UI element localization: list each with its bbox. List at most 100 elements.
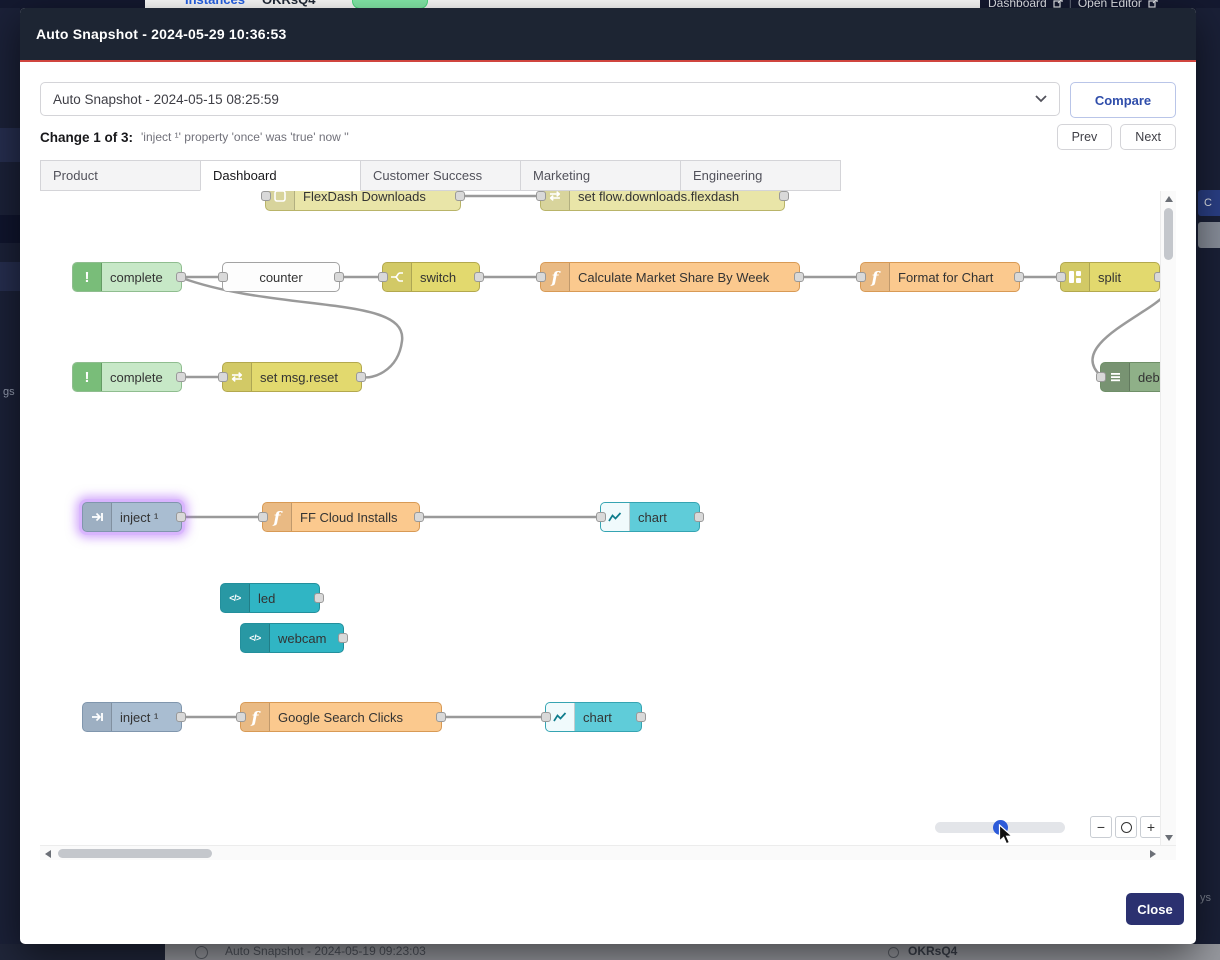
zoom-in-button[interactable]: + [1140,816,1160,838]
output-port [176,512,186,522]
node-label: Format for Chart [890,270,1003,285]
close-button[interactable]: Close [1126,893,1184,925]
compare-button[interactable]: Compare [1070,82,1176,118]
node-label: set msg.reset [252,370,348,385]
scroll-up-button[interactable] [1161,191,1176,206]
sidebar-item[interactable] [0,128,20,162]
zoom-reset-button[interactable] [1115,816,1137,838]
target-icon [888,947,899,958]
output-port [334,272,344,282]
output-port [356,372,366,382]
chart-icon [553,711,567,724]
complete-icon: ! [85,369,90,386]
snapshot-select-value: Auto Snapshot - 2024-05-15 08:25:59 [53,92,1035,107]
change-icon: ⇄ [232,369,243,385]
sidebar-item-active[interactable] [0,215,20,243]
top-divider: | [1069,0,1072,8]
bottom-project-label: OKRsQ4 [908,944,957,958]
modal-title: Auto Snapshot - 2024-05-29 10:36:53 [20,26,287,42]
output-port [694,512,704,522]
scrollbar-corner [1160,845,1176,860]
output-port [176,272,186,282]
scroll-left-button[interactable] [40,846,55,861]
scroll-down-button[interactable] [1161,830,1176,845]
node-label: chart [630,510,677,525]
breadcrumb-instances[interactable]: Instances [185,0,245,7]
input-port [856,272,866,282]
output-port [779,191,789,201]
background-sidebar: gs [0,8,20,944]
tab-product[interactable]: Product [40,160,201,191]
node-set-flexdash[interactable]: ⇄ set flow.downloads.flexdash [540,191,785,211]
node-google-search-clicks[interactable]: f Google Search Clicks [240,702,442,732]
input-port [536,191,546,201]
output-port [474,272,484,282]
node-label: led [250,591,285,606]
function-icon: f [252,708,259,727]
dashboard-link[interactable]: Dashboard [988,0,1047,8]
node-inject-selected[interactable]: inject ¹ [82,502,182,532]
background-right-edge: C ys [1196,8,1220,944]
node-split[interactable]: split [1060,262,1160,292]
change-counter-label: Change 1 of 3: [40,130,133,145]
external-link-icon [1053,0,1063,8]
zoom-slider-thumb[interactable] [993,820,1008,835]
snapshot-select[interactable]: Auto Snapshot - 2024-05-15 08:25:59 [40,82,1060,116]
node-inject-2[interactable]: inject ¹ [82,702,182,732]
node-chart-1[interactable]: chart [600,502,700,532]
change-description: 'inject ¹' property 'once' was 'true' no… [141,130,349,144]
node-label: Calculate Market Share By Week [570,270,779,285]
inject-icon [90,710,104,724]
bottom-snapshot-label: Auto Snapshot - 2024-05-19 09:23:03 [225,944,426,958]
input-port [1056,272,1066,282]
tab-marketing[interactable]: Marketing [520,160,681,191]
partial-button-grey[interactable] [1198,222,1220,248]
zoom-out-button[interactable]: − [1090,816,1112,838]
zoom-reset-icon [1121,822,1132,833]
node-switch[interactable]: switch [382,262,480,292]
node-label: switch [412,270,466,285]
open-editor-link[interactable]: Open Editor [1078,0,1142,8]
node-label: debug [1130,370,1160,385]
partial-button-blue[interactable]: C [1198,190,1220,216]
flow-tabs: Product Dashboard Customer Success Marke… [40,160,1176,191]
node-led[interactable]: </> led [220,583,320,613]
horizontal-scrollbar[interactable] [40,845,1160,860]
vertical-scrollbar[interactable] [1160,191,1176,845]
node-debug[interactable]: debug [1100,362,1160,392]
prev-button[interactable]: Prev [1057,124,1113,150]
node-format-for-chart[interactable]: f Format for Chart [860,262,1020,292]
output-port [455,191,465,201]
sidebar-item[interactable] [0,262,20,291]
complete-icon: ! [85,269,90,286]
tab-customer-success[interactable]: Customer Success [360,160,521,191]
node-chart-2[interactable]: chart [545,702,642,732]
zoom-slider[interactable] [935,822,1065,833]
node-label: webcam [270,631,336,646]
tab-engineering[interactable]: Engineering [680,160,841,191]
node-set-msg-reset[interactable]: ⇄ set msg.reset [222,362,362,392]
breadcrumb-project: OKRsQ4 [262,0,315,7]
input-port [541,712,551,722]
scroll-right-button[interactable] [1145,846,1160,861]
chevron-down-icon [1035,95,1047,103]
function-icon: f [552,268,559,287]
tab-dashboard[interactable]: Dashboard [200,160,361,191]
node-calc-market-share[interactable]: f Calculate Market Share By Week [540,262,800,292]
node-complete-2[interactable]: ! complete [72,362,182,392]
output-port [636,712,646,722]
node-flexdash-downloads[interactable]: FlexDash Downloads [265,191,461,211]
node-webcam[interactable]: </> webcam [240,623,344,653]
debug-icon [1109,370,1122,384]
node-complete-1[interactable]: ! complete [72,262,182,292]
flow-canvas[interactable]: FlexDash Downloads ⇄ set flow.downloads.… [40,191,1160,845]
node-counter[interactable]: counter [222,262,340,292]
code-icon: </> [229,593,241,603]
horizontal-scroll-thumb[interactable] [58,849,212,858]
node-label: set flow.downloads.flexdash [570,191,749,204]
vertical-scroll-thumb[interactable] [1164,208,1173,260]
output-port [176,372,186,382]
next-button[interactable]: Next [1120,124,1176,150]
template-icon [273,191,287,203]
node-ff-cloud-installs[interactable]: f FF Cloud Installs [262,502,420,532]
